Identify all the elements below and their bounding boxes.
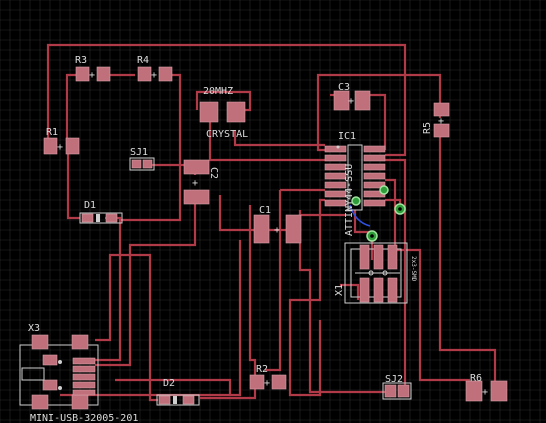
c1-label: C1 <box>259 205 271 216</box>
sj2-label: SJ2 <box>385 374 403 385</box>
capacitor-c1[interactable]: + C1 <box>253 205 302 244</box>
svg-text:+: + <box>151 70 157 81</box>
ic-pin[interactable] <box>324 163 347 171</box>
ic-pin[interactable] <box>363 172 386 180</box>
solder-jumper-sj2[interactable]: SJ2 <box>382 374 412 400</box>
crystal-label: CRYSTAL <box>206 129 248 140</box>
ic-pin[interactable] <box>363 163 386 171</box>
svg-text:+: + <box>438 116 444 127</box>
c3-label: C3 <box>338 82 350 93</box>
d1-label: D1 <box>84 200 96 211</box>
r3-label: R3 <box>75 55 87 66</box>
ic-pin[interactable] <box>363 145 386 153</box>
ic-pin[interactable] <box>324 145 347 153</box>
r1-label: R1 <box>46 127 58 138</box>
crystal-value: 20MHZ <box>203 86 233 97</box>
r5-label: R5 <box>422 122 433 134</box>
resistor-r3[interactable]: + R3 <box>75 55 111 82</box>
svg-text:+: + <box>89 70 95 81</box>
crystal-20mhz[interactable]: 20MHZ CRYSTAL <box>199 86 248 140</box>
pcb-layout-canvas[interactable]: + R3 + R4 + R1 + R5 SJ1 20MHZ CRYSTAL + … <box>0 0 546 423</box>
r6-label: R6 <box>470 373 482 384</box>
via <box>351 196 361 206</box>
svg-text:+: + <box>57 142 63 153</box>
sj1-label: SJ1 <box>130 147 148 158</box>
usb-part: MINI-USB-32005-201 <box>30 413 138 423</box>
r2-label: R2 <box>256 364 268 375</box>
x1-label: X1 <box>334 284 345 296</box>
c2-label: C2 <box>208 167 219 179</box>
resistor-r4[interactable]: + R4 <box>137 55 173 82</box>
ic-pin[interactable] <box>324 154 347 162</box>
ic-pin[interactable] <box>324 199 347 207</box>
ic-pin[interactable] <box>363 199 386 207</box>
x3-label: X3 <box>28 323 40 334</box>
ic-pin[interactable] <box>324 190 347 198</box>
r4-label: R4 <box>137 55 149 66</box>
d2-label: D2 <box>163 378 175 389</box>
svg-text:+: + <box>348 96 354 107</box>
resistor-r6[interactable]: + R6 <box>465 373 508 402</box>
capacitor-c3[interactable]: + C3 <box>333 82 371 111</box>
solder-jumper-sj1[interactable]: SJ1 <box>129 147 155 171</box>
diode-d1[interactable]: D1 <box>79 200 123 224</box>
svg-text:+: + <box>264 378 270 389</box>
x1-part: 2x3-SMD <box>410 256 417 282</box>
diode-d2[interactable]: D2 <box>156 378 200 406</box>
ic1-label: IC1 <box>338 131 356 142</box>
resistor-r1[interactable]: + R1 <box>43 127 80 155</box>
svg-text:+: + <box>482 387 488 398</box>
svg-text:+: + <box>274 225 280 236</box>
ic-pin[interactable] <box>324 172 347 180</box>
ic-pin[interactable] <box>363 154 386 162</box>
via <box>379 185 389 195</box>
svg-text:+: + <box>192 178 198 189</box>
capacitor-c2[interactable]: + C2 <box>183 159 219 205</box>
ic-pin[interactable] <box>324 181 347 189</box>
